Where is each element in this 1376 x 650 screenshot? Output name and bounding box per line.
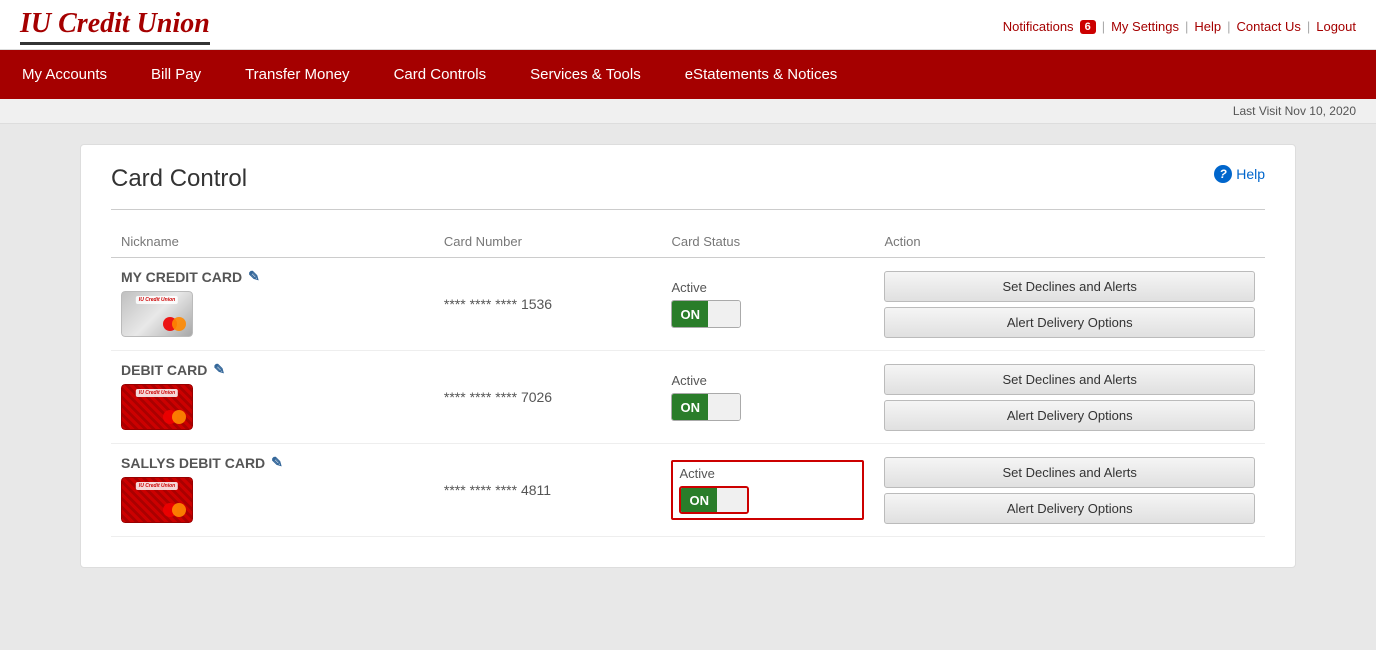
page-title: Card Control	[111, 165, 247, 193]
alert-delivery-btn[interactable]: Alert Delivery Options	[884, 400, 1255, 431]
toggle-on: ON	[681, 488, 717, 512]
set-declines-btn[interactable]: Set Declines and Alerts	[884, 364, 1255, 395]
top-nav: Notifications 6 | My Settings | Help | C…	[1003, 19, 1356, 34]
toggle-off	[708, 301, 741, 327]
nav-transfer-money[interactable]: Transfer Money	[223, 50, 371, 99]
toggle-on: ON	[672, 301, 708, 327]
nickname-cell: SALLYS DEBIT CARD ✎ IU Credit Union	[111, 444, 434, 537]
card-number: **** **** **** 4811	[444, 482, 551, 498]
top-bar: IU Credit Union Notifications 6 | My Set…	[0, 0, 1376, 50]
card-status-cell: Active ON	[661, 258, 874, 351]
card-number-cell: **** **** **** 7026	[434, 351, 662, 444]
status-label: Active	[671, 280, 864, 295]
status-container: Active ON	[671, 373, 864, 421]
action-cell: Set Declines and Alerts Alert Delivery O…	[874, 351, 1265, 444]
card-number: **** **** **** 7026	[444, 389, 552, 405]
card-image: IU Credit Union	[121, 477, 193, 523]
action-buttons: Set Declines and Alerts Alert Delivery O…	[884, 364, 1255, 431]
col-nickname: Nickname	[111, 226, 434, 258]
highlighted-status: Active ON	[671, 460, 864, 520]
table-row: SALLYS DEBIT CARD ✎ IU Credit Union ****…	[111, 444, 1265, 537]
help-icon: ?	[1214, 165, 1232, 183]
status-label: Active	[679, 466, 856, 481]
card-number: **** **** **** 1536	[444, 296, 552, 312]
alert-delivery-btn[interactable]: Alert Delivery Options	[884, 493, 1255, 524]
contact-us-link[interactable]: Contact Us	[1237, 19, 1301, 34]
nickname-cell: MY CREDIT CARD ✎ IU Credit Union	[111, 258, 434, 351]
last-visit-text: Last Visit Nov 10, 2020	[1233, 104, 1356, 118]
nickname-name: SALLYS DEBIT CARD ✎	[121, 454, 424, 471]
action-buttons: Set Declines and Alerts Alert Delivery O…	[884, 457, 1255, 524]
set-declines-btn[interactable]: Set Declines and Alerts	[884, 457, 1255, 488]
nav-bill-pay[interactable]: Bill Pay	[129, 50, 223, 99]
toggle-off	[708, 394, 741, 420]
col-action: Action	[874, 226, 1265, 258]
card-control-box: Card Control ? Help Nickname Card Number…	[80, 144, 1296, 568]
nav-estatements[interactable]: eStatements & Notices	[663, 50, 860, 99]
card-table: Nickname Card Number Card Status Action …	[111, 226, 1265, 537]
notifications-link[interactable]: Notifications	[1003, 19, 1074, 34]
status-container: Active ON	[671, 280, 864, 328]
logout-link[interactable]: Logout	[1316, 19, 1356, 34]
table-row: MY CREDIT CARD ✎ IU Credit Union **** **…	[111, 258, 1265, 351]
nav-services-tools[interactable]: Services & Tools	[508, 50, 663, 99]
edit-icon[interactable]: ✎	[248, 268, 260, 285]
card-number-cell: **** **** **** 1536	[434, 258, 662, 351]
nav-my-accounts[interactable]: My Accounts	[0, 50, 129, 99]
alert-delivery-btn[interactable]: Alert Delivery Options	[884, 307, 1255, 338]
set-declines-btn[interactable]: Set Declines and Alerts	[884, 271, 1255, 302]
card-control-header: Card Control ? Help	[111, 165, 1265, 193]
nickname-cell: DEBIT CARD ✎ IU Credit Union	[111, 351, 434, 444]
status-toggle[interactable]: ON	[671, 300, 741, 328]
mastercard-logo	[163, 410, 186, 424]
card-visual: IU Credit Union	[121, 477, 193, 523]
my-settings-link[interactable]: My Settings	[1111, 19, 1179, 34]
edit-icon[interactable]: ✎	[213, 361, 225, 378]
help-label: Help	[1236, 166, 1265, 182]
status-toggle[interactable]: ON	[679, 486, 749, 514]
content-wrapper: Card Control ? Help Nickname Card Number…	[0, 124, 1376, 588]
edit-icon[interactable]: ✎	[271, 454, 283, 471]
nickname-name: DEBIT CARD ✎	[121, 361, 424, 378]
card-image: IU Credit Union	[121, 291, 193, 337]
card-number-cell: **** **** **** 4811	[434, 444, 662, 537]
col-card-number: Card Number	[434, 226, 662, 258]
card-visual: IU Credit Union	[121, 384, 193, 430]
card-status-cell: Active ON	[661, 444, 874, 537]
mastercard-logo	[163, 503, 186, 517]
table-row: DEBIT CARD ✎ IU Credit Union **** **** *…	[111, 351, 1265, 444]
card-image: IU Credit Union	[121, 384, 193, 430]
action-cell: Set Declines and Alerts Alert Delivery O…	[874, 258, 1265, 351]
card-status-cell: Active ON	[661, 351, 874, 444]
action-cell: Set Declines and Alerts Alert Delivery O…	[874, 444, 1265, 537]
status-toggle[interactable]: ON	[671, 393, 741, 421]
help-link[interactable]: ? Help	[1214, 165, 1265, 183]
card-visual: IU Credit Union	[121, 291, 193, 337]
toggle-off	[717, 488, 748, 512]
status-label: Active	[671, 373, 864, 388]
last-visit-bar: Last Visit Nov 10, 2020	[0, 99, 1376, 124]
mastercard-logo	[163, 317, 186, 331]
logo: IU Credit Union	[20, 8, 210, 45]
main-nav: My Accounts Bill Pay Transfer Money Card…	[0, 50, 1376, 99]
toggle-on: ON	[672, 394, 708, 420]
action-buttons: Set Declines and Alerts Alert Delivery O…	[884, 271, 1255, 338]
nickname-name: MY CREDIT CARD ✎	[121, 268, 424, 285]
notifications-badge: 6	[1080, 20, 1096, 34]
col-card-status: Card Status	[661, 226, 874, 258]
nav-card-controls[interactable]: Card Controls	[372, 50, 509, 99]
help-link-top[interactable]: Help	[1194, 19, 1221, 34]
